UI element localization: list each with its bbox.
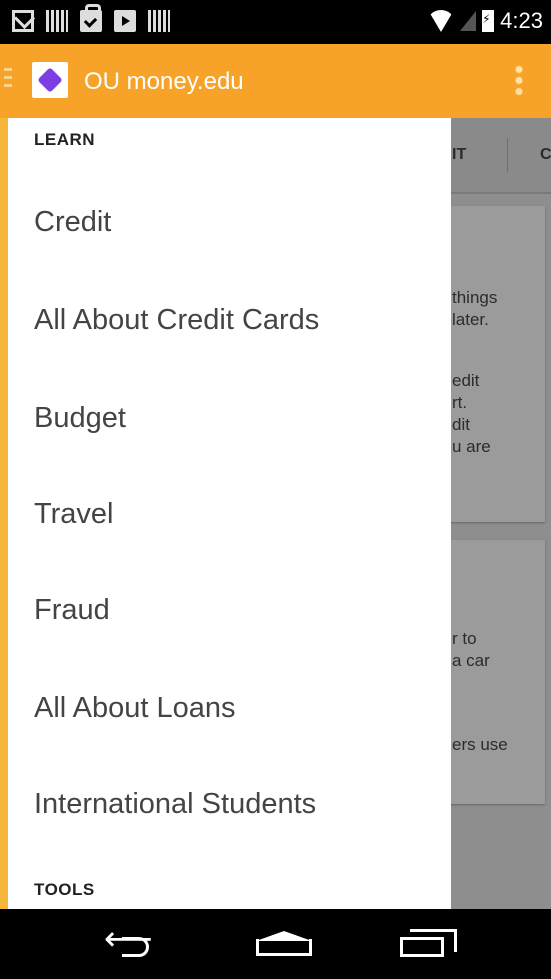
card-text-fragment: edit bbox=[452, 371, 480, 390]
drawer-item-international-students[interactable]: International Students bbox=[34, 788, 316, 821]
notification-icons bbox=[12, 4, 170, 32]
card-text-fragment: things bbox=[452, 288, 498, 307]
tab-label-fragment[interactable]: IT bbox=[452, 146, 466, 164]
navigation-drawer: LEARN Credit All About Credit Cards Budg… bbox=[8, 118, 451, 909]
overflow-menu-icon[interactable] bbox=[515, 64, 523, 98]
app-logo-icon[interactable] bbox=[32, 62, 68, 98]
card-text-fragment: u are bbox=[452, 437, 491, 456]
drawer-item-travel[interactable]: Travel bbox=[34, 498, 114, 531]
home-icon[interactable] bbox=[256, 931, 312, 956]
card-text-fragment: ers use bbox=[452, 735, 508, 754]
drawer-item-credit[interactable]: Credit bbox=[34, 206, 111, 239]
card-text-fragment: dit bbox=[452, 415, 470, 434]
drawer-item-fraud[interactable]: Fraud bbox=[34, 594, 110, 627]
action-bar: OU money.edu bbox=[0, 44, 551, 118]
back-icon[interactable] bbox=[104, 919, 153, 959]
tab-divider bbox=[507, 138, 508, 172]
drawer-item-credit-cards[interactable]: All About Credit Cards bbox=[34, 304, 319, 337]
card-text-fragment: a car bbox=[452, 651, 490, 670]
system-icons: 4:23 bbox=[428, 8, 543, 34]
recent-apps-icon[interactable] bbox=[400, 929, 457, 959]
section-header-tools: TOOLS bbox=[34, 880, 95, 899]
card-text-fragment: rt. bbox=[452, 393, 468, 412]
shopping-bag-check-icon bbox=[80, 4, 102, 32]
drawer-item-budget[interactable]: Budget bbox=[34, 402, 126, 435]
section-header-learn: LEARN bbox=[34, 130, 96, 149]
wifi-icon bbox=[428, 10, 455, 32]
play-store-bag-icon bbox=[114, 10, 136, 32]
drawer-indicator-icon[interactable] bbox=[4, 68, 12, 90]
clock: 4:23 bbox=[500, 8, 543, 33]
status-bar: 4:23 bbox=[0, 0, 551, 44]
barcode-icon bbox=[46, 10, 68, 32]
drawer-item-loans[interactable]: All About Loans bbox=[34, 692, 236, 725]
gmail-icon bbox=[12, 10, 34, 32]
card-text-fragment: later. bbox=[452, 310, 489, 329]
card-text-fragment: r to bbox=[452, 629, 477, 648]
system-nav-bar bbox=[0, 909, 551, 979]
battery-charging-icon bbox=[482, 10, 495, 32]
app-title[interactable]: OU money.edu bbox=[84, 68, 244, 96]
signal-icon bbox=[460, 11, 477, 31]
tab-label-fragment[interactable]: C bbox=[540, 146, 551, 164]
barcode-icon bbox=[148, 10, 170, 32]
